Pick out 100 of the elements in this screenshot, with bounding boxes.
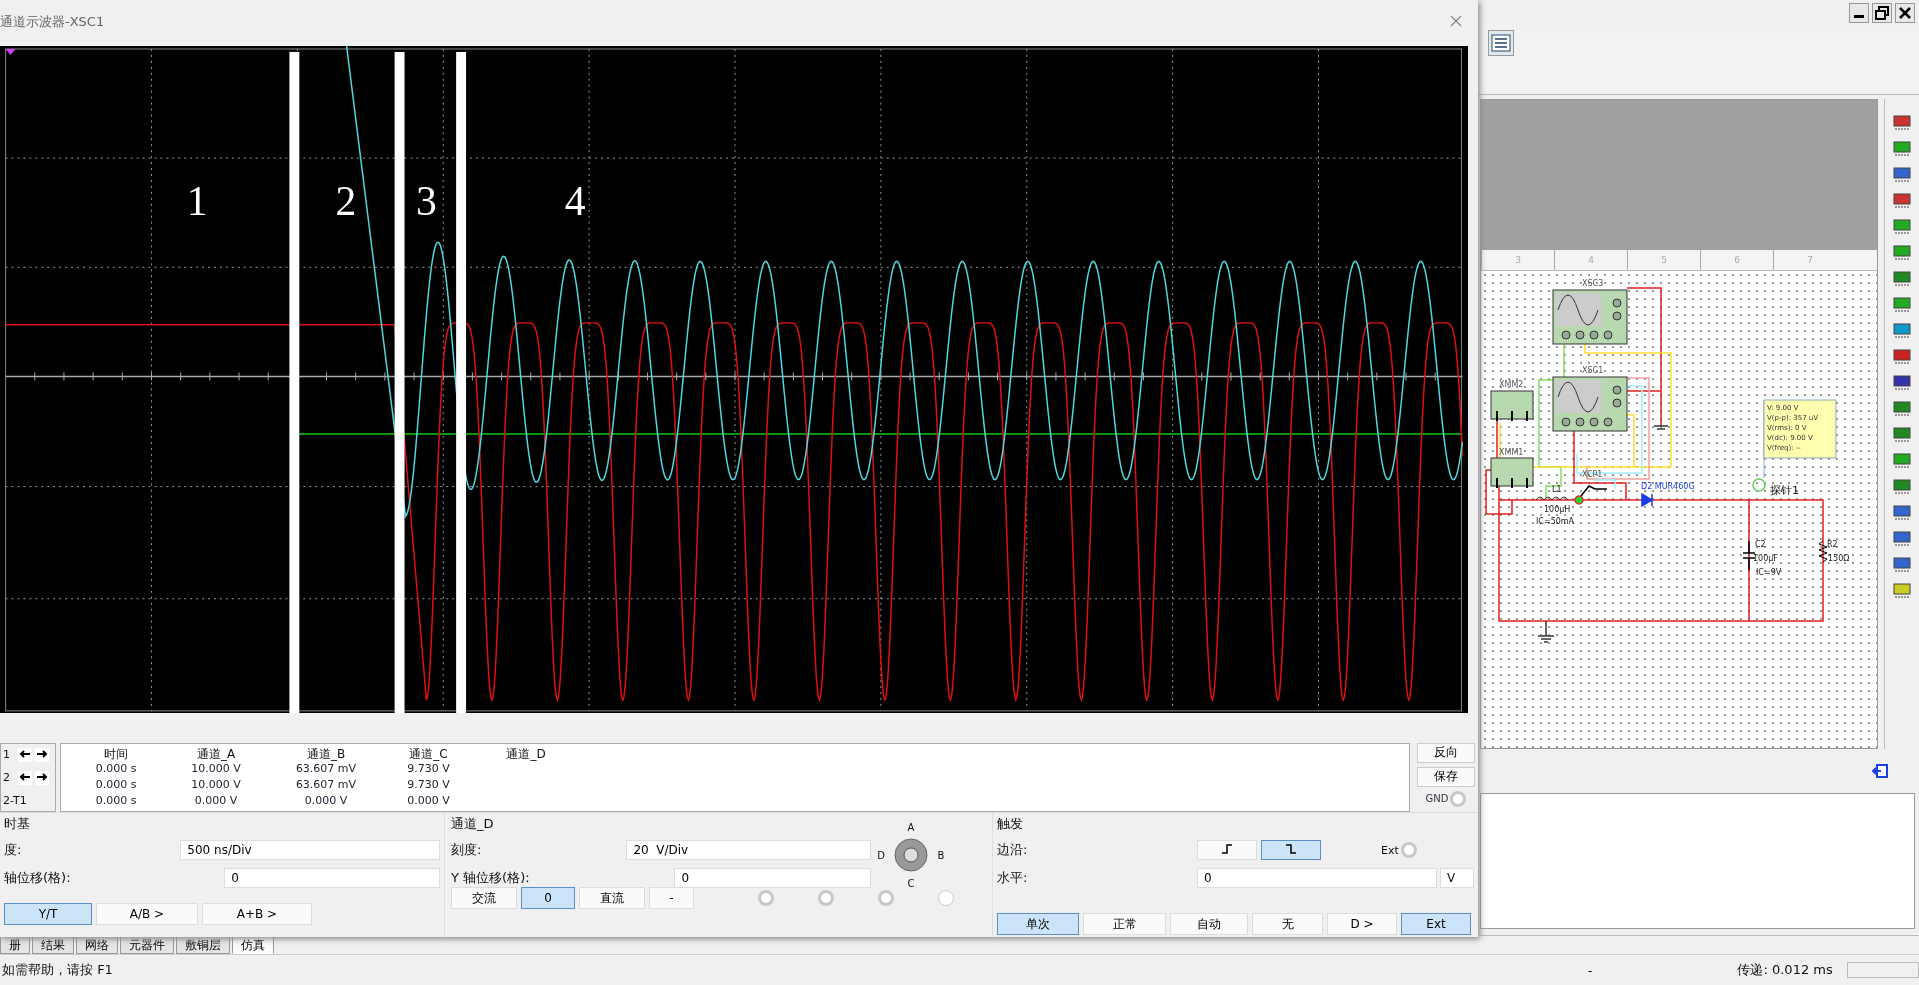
group-title: 通道_D xyxy=(451,815,495,833)
component-label: R2 xyxy=(1827,540,1838,549)
instrument-icon[interactable] xyxy=(1892,295,1912,315)
region-number: 4 xyxy=(564,177,586,224)
component-label: XMM2 xyxy=(1499,380,1524,389)
ruler-number: 5 xyxy=(1627,250,1700,270)
cursor-label: 2 xyxy=(3,771,11,785)
ruler-number: 6 xyxy=(1700,250,1773,270)
mode-button[interactable]: 交流 xyxy=(451,887,517,909)
instrument-icon[interactable] xyxy=(1892,425,1912,445)
window-title: 通道示波器-XSC1 xyxy=(0,12,105,31)
mode-button[interactable]: Y/T xyxy=(4,903,92,925)
field-label: 度: xyxy=(4,841,23,859)
input-field[interactable]: 0 xyxy=(1197,868,1437,888)
component-label: C2 xyxy=(1755,540,1766,549)
toolbar-icon[interactable] xyxy=(1488,30,1514,56)
instrument-icon[interactable] xyxy=(1892,503,1912,523)
restore-button[interactable] xyxy=(1872,3,1892,23)
status-text: - xyxy=(1587,962,1594,978)
field-label: 水平: xyxy=(997,869,1029,887)
instrument-icon[interactable] xyxy=(1892,477,1912,497)
input-field[interactable]: 20 V/Div xyxy=(626,840,871,860)
left-arrow-icon xyxy=(19,747,31,760)
left-arrow-button[interactable] xyxy=(18,747,32,762)
input-field[interactable]: 0 xyxy=(674,868,871,888)
panel-toggle-icon[interactable] xyxy=(1871,762,1889,780)
instrument-icon[interactable] xyxy=(1892,555,1912,575)
status-text: 如需帮助，请按 F1 xyxy=(1,961,114,980)
mode-button[interactable]: 直流 xyxy=(579,887,645,909)
column-header: 通道_B xyxy=(305,745,347,762)
table-cell-text: 0.000 V xyxy=(193,793,239,809)
mode-button[interactable]: 自动 xyxy=(1170,913,1248,935)
selector-knob[interactable] xyxy=(893,837,929,873)
instrument-icon[interactable] xyxy=(1892,451,1912,471)
component-label: D2 MUR460G xyxy=(1641,482,1695,491)
terminal-icon xyxy=(1450,790,1467,807)
instrument-icon[interactable] xyxy=(1892,139,1912,159)
field-label: 边沿: xyxy=(997,841,1029,859)
field-label: 刻度: xyxy=(451,841,483,859)
region-number: 1 xyxy=(186,177,208,224)
knob-label: B xyxy=(937,849,945,861)
input-field[interactable]: 0 xyxy=(224,868,440,888)
ruler-number: 7 xyxy=(1773,250,1846,270)
action-button[interactable]: 反向 xyxy=(1417,742,1475,763)
mode-button[interactable]: 无 xyxy=(1252,913,1323,935)
column-header: 通道_D xyxy=(505,745,547,762)
knob-label: A xyxy=(907,821,915,833)
restore-icon xyxy=(1873,4,1891,22)
table-cell-text: 9.730 V xyxy=(406,761,451,777)
component-label: 100μH xyxy=(1544,505,1571,514)
action-button[interactable]: 保存 xyxy=(1417,766,1475,787)
ruler-number: 4 xyxy=(1554,250,1627,270)
close-icon xyxy=(1450,15,1462,28)
instrument-icon[interactable] xyxy=(1892,529,1912,549)
mode-button[interactable]: D > xyxy=(1327,913,1397,935)
table-cell-text: 0.000 s xyxy=(94,761,138,777)
minimize-button[interactable] xyxy=(1849,3,1869,23)
rising-edge-icon xyxy=(1219,842,1235,855)
mode-button[interactable]: 正常 xyxy=(1083,913,1166,935)
mode-button[interactable]: 0 xyxy=(521,887,575,909)
instrument-icon[interactable] xyxy=(1892,373,1912,393)
column-header: 通道_C xyxy=(408,745,449,762)
instrument-icon[interactable] xyxy=(1892,113,1912,133)
status-text: 传递: 0.012 ms xyxy=(1737,961,1834,980)
input-field[interactable]: 500 ns/Div xyxy=(180,840,440,860)
left-arrow-icon xyxy=(19,770,31,783)
unit-label: V xyxy=(1440,868,1474,888)
instrument-icon[interactable] xyxy=(1892,217,1912,237)
instrument-icon[interactable] xyxy=(1892,269,1912,289)
component-label: IC=50mA xyxy=(1536,517,1575,526)
cursor-label: 1 xyxy=(3,748,11,762)
instrument-icon[interactable] xyxy=(1892,165,1912,185)
left-arrow-button[interactable] xyxy=(18,770,32,785)
component-label: XSC1 xyxy=(1582,366,1604,375)
table-cell-text: 10.000 V xyxy=(190,761,242,777)
mode-button[interactable]: Ext xyxy=(1401,913,1471,935)
right-arrow-icon xyxy=(36,747,48,760)
close-button[interactable] xyxy=(1895,3,1915,23)
right-arrow-button[interactable] xyxy=(35,747,49,762)
minimize-icon xyxy=(1854,14,1864,18)
mode-button[interactable]: - xyxy=(649,887,694,909)
instrument-icon[interactable] xyxy=(1892,399,1912,419)
instrument-icon[interactable] xyxy=(1892,321,1912,341)
mode-button[interactable]: 单次 xyxy=(997,913,1079,935)
instrument-icon[interactable] xyxy=(1892,243,1912,263)
mode-button[interactable]: A/B > xyxy=(96,903,198,925)
mode-button[interactable]: A+B > xyxy=(202,903,312,925)
field-label: Y 轴位移(格): xyxy=(451,869,531,887)
ruler-number: 3 xyxy=(1481,250,1554,270)
table-cell-text: 10.000 V xyxy=(190,777,242,793)
instrument-icon[interactable] xyxy=(1892,191,1912,211)
group-title: 触发 xyxy=(997,815,1024,833)
right-arrow-button[interactable] xyxy=(35,770,49,785)
region-number: 2 xyxy=(335,177,357,224)
marker-icon xyxy=(5,48,16,55)
ext-label: Ext xyxy=(1381,843,1399,857)
edge-button[interactable] xyxy=(1261,840,1321,860)
table-cell-text: 0.000 s xyxy=(94,777,138,793)
falling-edge-icon xyxy=(1283,842,1299,855)
instrument-icon[interactable] xyxy=(1892,347,1912,367)
